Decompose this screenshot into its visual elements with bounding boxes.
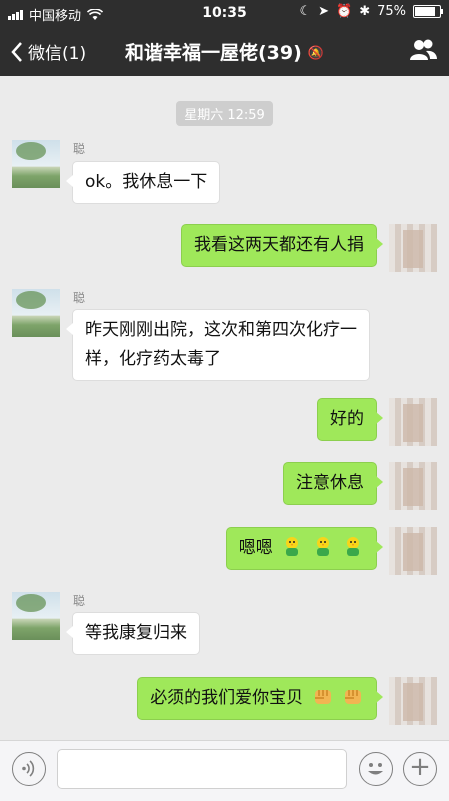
moon-icon: ☾ (299, 4, 312, 19)
location-icon: ➤ (318, 4, 329, 19)
message-bubble-outgoing[interactable]: 好的 (317, 398, 383, 441)
input-bar: + (0, 740, 449, 801)
battery-icon (413, 5, 443, 18)
message-text: 好的 (330, 409, 364, 429)
people-icon (410, 39, 437, 60)
avatar[interactable] (389, 224, 437, 272)
message-bubble-incoming[interactable]: 等我康复归来 (66, 612, 200, 655)
plus-icon: + (409, 752, 431, 782)
status-right: ☾ ➤ ⏰ ✱ 75% (299, 4, 443, 19)
fist-emoji-icon (314, 690, 331, 704)
sender-name: 聪 (73, 142, 86, 156)
voice-input-button[interactable] (12, 752, 46, 786)
sender-name: 聪 (73, 291, 86, 305)
avatar[interactable] (12, 140, 60, 188)
message-input[interactable] (57, 749, 347, 789)
message-text: 必须的我们爱你宝贝 (150, 688, 304, 708)
avatar[interactable] (389, 677, 437, 725)
message-bubble-incoming[interactable]: 昨天刚刚出院，这次和第四次化疗一样，化疗药太毒了 (66, 309, 370, 381)
timestamp-label: 星期六 12:59 (176, 101, 273, 126)
more-options-button[interactable]: + (403, 752, 437, 786)
message-text: 嗯嗯 (238, 538, 273, 558)
status-bar: 中国移动 10:35 ☾ ➤ ⏰ ✱ 75% (0, 0, 449, 26)
battery-percent: 75% (377, 4, 406, 19)
message-bubble-incoming[interactable]: ok。我休息一下 (65, 161, 221, 204)
message-text: ok。我休息一下 (85, 172, 208, 192)
chick-emoji-icon (316, 537, 329, 556)
chat-header: 微信(1) 和谐幸福一屋佬(39) 🔕 (0, 26, 449, 76)
voice-icon (22, 760, 35, 777)
emoji-button[interactable] (359, 752, 393, 786)
chat-title-wrap: 和谐幸福一屋佬(39) 🔕 (0, 38, 449, 65)
chat-title: 和谐幸福一屋佬(39) (125, 42, 302, 64)
message-bubble-outgoing[interactable]: 注意休息 (283, 462, 383, 505)
emoji-icon (368, 763, 383, 775)
message-text: 昨天刚刚出院，这次和第四次化疗一样，化疗药太毒了 (85, 320, 357, 369)
message-text: 注意休息 (296, 473, 364, 493)
avatar[interactable] (389, 527, 437, 575)
avatar[interactable] (12, 592, 60, 640)
mute-icon: 🔕 (307, 46, 324, 61)
bluetooth-icon: ✱ (359, 4, 371, 19)
message-text: 我看这两天都还有人捐 (194, 235, 364, 255)
group-members-button[interactable] (409, 38, 437, 66)
message-text: 等我康复归来 (85, 623, 187, 643)
message-bubble-outgoing[interactable]: 我看这两天都还有人捐 (181, 224, 383, 267)
chick-emoji-icon (286, 537, 299, 556)
message-bubble-outgoing[interactable]: 嗯嗯 (225, 527, 384, 570)
fist-emoji-icon (345, 690, 361, 704)
avatar[interactable] (389, 398, 437, 446)
chick-emoji-icon (347, 537, 359, 556)
chat-timestamp: 星期六 12:59 (0, 101, 449, 126)
avatar[interactable] (12, 289, 60, 337)
avatar[interactable] (389, 462, 437, 510)
sender-name: 聪 (73, 594, 86, 608)
alarm-icon: ⏰ (336, 4, 353, 19)
message-bubble-outgoing[interactable]: 必须的我们爱你宝贝 (137, 677, 383, 720)
